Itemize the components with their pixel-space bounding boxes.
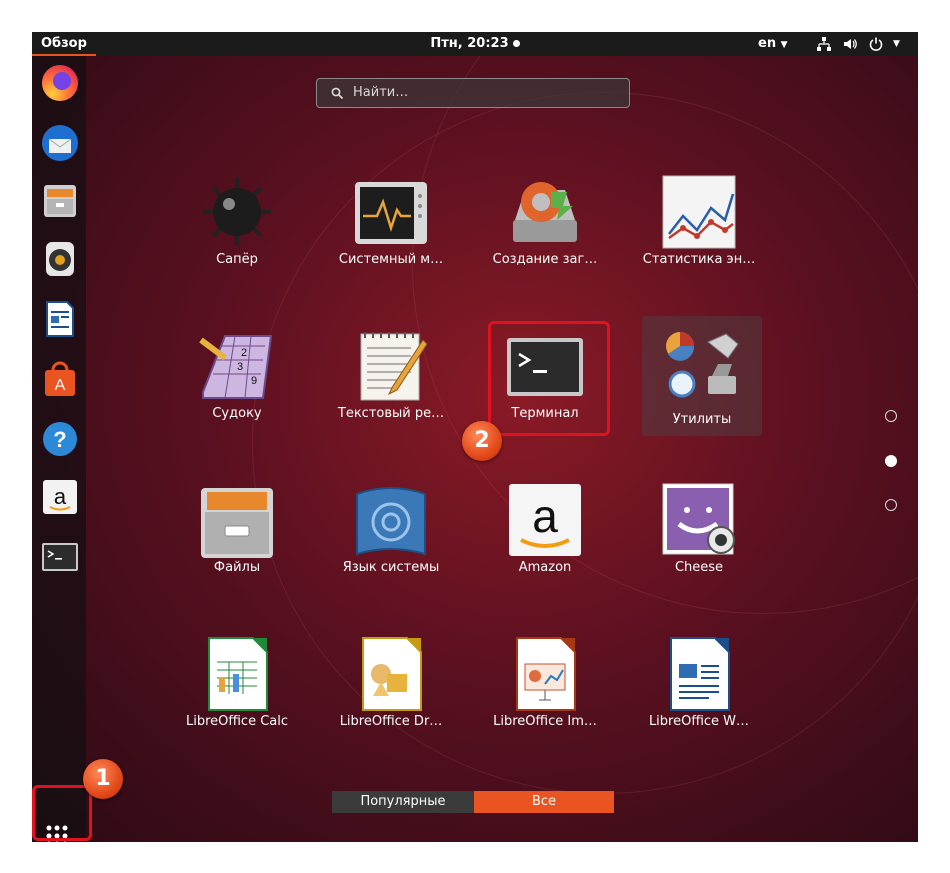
app-libreoffice-writer[interactable]: LibreOffice W… xyxy=(624,624,774,764)
app-amazon[interactable]: a Amazon xyxy=(470,470,620,610)
app-libreoffice-draw[interactable]: LibreOffice Dr… xyxy=(316,624,466,764)
volume-icon[interactable] xyxy=(842,36,858,52)
terminal-icon xyxy=(42,543,78,571)
dock-writer[interactable] xyxy=(39,298,81,340)
language-label: en xyxy=(758,36,777,51)
chevron-down-icon: ▼ xyxy=(780,40,788,50)
mines-icon xyxy=(203,178,271,246)
highlight-show-applications xyxy=(32,785,92,841)
svg-text:2: 2 xyxy=(241,347,247,359)
tab-all[interactable]: Все xyxy=(474,791,614,813)
power-icon[interactable] xyxy=(868,36,884,52)
app-libreoffice-impress[interactable]: LibreOffice Im… xyxy=(470,624,620,764)
libreoffice-writer-icon xyxy=(670,637,730,711)
dock: A ? a xyxy=(32,56,86,842)
svg-text:A: A xyxy=(55,377,66,394)
app-libreoffice-calc[interactable]: LibreOffice Calc xyxy=(162,624,312,764)
dock-firefox[interactable] xyxy=(39,62,81,104)
app-cheese[interactable]: Cheese xyxy=(624,470,774,610)
app-label: Текстовый ре… xyxy=(337,406,445,421)
files-icon xyxy=(44,185,76,217)
svg-text:a: a xyxy=(532,490,558,542)
highlight-terminal xyxy=(488,321,610,436)
dock-thunderbird[interactable] xyxy=(39,122,81,164)
dock-terminal[interactable] xyxy=(39,536,81,578)
libreoffice-draw-icon xyxy=(362,637,422,711)
app-label: Создание заг… xyxy=(492,252,598,267)
network-icon[interactable] xyxy=(816,36,832,52)
rhythmbox-icon xyxy=(46,242,74,276)
libreoffice-calc-icon xyxy=(208,637,268,711)
app-mines[interactable]: Сапёр xyxy=(162,162,312,302)
utilities-folder-icon xyxy=(666,332,739,398)
app-startup-disk-creator[interactable]: Создание заг… xyxy=(470,162,620,302)
files-icon xyxy=(201,488,273,558)
firefox-icon xyxy=(42,65,78,101)
svg-text:3: 3 xyxy=(237,361,243,373)
app-system-monitor[interactable]: Системный м… xyxy=(316,162,466,302)
svg-text:?: ? xyxy=(53,427,66,452)
system-menu-chevron-icon[interactable]: ▼ xyxy=(893,32,900,56)
dock-amazon[interactable]: a xyxy=(39,476,81,518)
startup-disk-creator-icon xyxy=(513,182,577,242)
dock-rhythmbox[interactable] xyxy=(39,238,81,280)
app-label: LibreOffice W… xyxy=(648,714,750,729)
app-files[interactable]: Файлы xyxy=(162,470,312,610)
page-indicator-1[interactable] xyxy=(885,410,897,422)
search-icon xyxy=(331,87,344,100)
app-language-support[interactable]: Язык системы xyxy=(316,470,466,610)
dock-files[interactable] xyxy=(39,180,81,222)
system-monitor-icon xyxy=(355,182,427,244)
app-label: Утилиты xyxy=(672,412,732,427)
app-label: LibreOffice Calc xyxy=(185,714,289,729)
sudoku-icon: 2 3 9 xyxy=(199,335,273,399)
dock-help[interactable]: ? xyxy=(39,418,81,460)
libreoffice-impress-icon xyxy=(516,637,576,711)
cheese-icon xyxy=(662,483,735,555)
app-label: Файлы xyxy=(213,560,261,575)
app-label: LibreOffice Im… xyxy=(493,714,597,729)
svg-text:a: a xyxy=(54,484,67,509)
help-icon: ? xyxy=(43,422,77,456)
page-indicator-2-active[interactable] xyxy=(885,455,897,467)
tab-frequent[interactable]: Популярные xyxy=(332,791,474,813)
power-statistics-icon xyxy=(662,175,736,249)
language-support-icon xyxy=(356,487,426,556)
search-placeholder: Найти… xyxy=(353,85,409,100)
app-text-editor[interactable]: Текстовый ре… xyxy=(316,316,466,456)
language-indicator[interactable]: en ▼ xyxy=(758,32,788,57)
svg-text:9: 9 xyxy=(251,375,257,387)
search-input[interactable]: Найти… xyxy=(316,78,630,108)
notification-dot-icon xyxy=(512,40,520,47)
app-label: LibreOffice Dr… xyxy=(339,714,443,729)
app-label: Cheese xyxy=(674,560,724,575)
dock-software[interactable]: A xyxy=(39,358,81,400)
app-label: Системный м… xyxy=(338,252,444,267)
top-bar: Обзор Птн, 20:23 en ▼ ▼ xyxy=(32,32,918,56)
app-power-statistics[interactable]: Статистика эн… xyxy=(624,162,774,302)
app-label: Статистика эн… xyxy=(642,252,756,267)
app-label: Судоку xyxy=(212,406,262,421)
ubuntu-software-icon: A xyxy=(45,361,75,396)
step-badge-2: 2 xyxy=(462,421,502,461)
app-label: Язык системы xyxy=(342,560,440,575)
libreoffice-writer-icon xyxy=(46,301,74,337)
text-editor-icon xyxy=(360,332,428,401)
app-label: Amazon xyxy=(518,560,572,575)
amazon-icon: a xyxy=(43,480,77,514)
step-badge-1: 1 xyxy=(83,759,123,799)
thunderbird-icon xyxy=(42,125,78,161)
app-sudoku[interactable]: 2 3 9 Судоку xyxy=(162,316,312,456)
page-indicator-3[interactable] xyxy=(885,499,897,511)
folder-utilities[interactable]: Утилиты xyxy=(642,316,762,436)
app-label: Сапёр xyxy=(216,252,258,267)
clock-label: Птн, 20:23 xyxy=(430,36,509,51)
amazon-icon: a xyxy=(509,484,581,556)
